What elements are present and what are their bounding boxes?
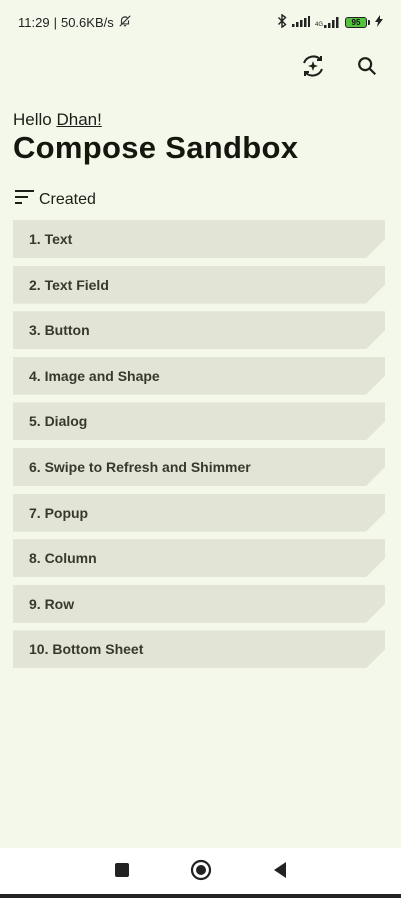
signal-icon [291,15,310,30]
top-actions [299,52,381,80]
back-icon[interactable] [272,861,288,884]
list-item-label: 1. Text [29,231,73,247]
status-speed: 50.6KB/s [60,14,114,30]
list-item-label: 2. Text Field [29,276,109,293]
battery-level: 95 [345,16,367,28]
list-item-label: 4. Image and Shape [29,367,160,384]
list-item-button[interactable]: 3. Button [13,311,385,349]
list-item-label: 8. Column [29,550,97,567]
list-item-text-field[interactable]: 2. Text Field [13,266,385,304]
status-separator: | [53,14,57,30]
list-item-label: 9. Row [29,595,75,612]
list-item-row[interactable]: 9. Row [13,585,385,623]
refresh-sparkle-icon[interactable] [299,52,327,80]
list-item-column[interactable]: 8. Column [13,539,385,577]
bell-off-icon [118,14,132,31]
user-name-link[interactable]: Dhan! [56,110,101,129]
bluetooth-icon [277,12,287,31]
list-item-label: 7. Popup [29,504,89,521]
list-item-label: 6. Swipe to Refresh and Shimmer [29,458,251,475]
home-icon[interactable] [190,859,212,886]
charging-icon [375,14,383,30]
greeting: Hello Dhan! [13,110,102,130]
list-item-label: 10. Bottom Sheet [29,641,144,658]
page-title: Compose Sandbox [13,130,299,165]
bottom-edge [0,894,401,898]
system-nav-bar [0,848,401,896]
sandbox-list: 1. Text 2. Text Field 3. Button 4. Image… [13,220,385,676]
search-icon[interactable] [353,52,381,80]
network-type: 4G [314,21,323,28]
list-item-swipe-refresh-shimmer[interactable]: 6. Swipe to Refresh and Shimmer [13,448,385,486]
recent-apps-icon[interactable] [114,862,130,883]
list-item-popup[interactable]: 7. Popup [13,494,385,532]
sort-icon [15,189,35,210]
greeting-prefix: Hello [13,110,57,129]
list-item-bottom-sheet[interactable]: 10. Bottom Sheet [13,630,385,668]
list-item-text[interactable]: 1. Text [13,220,385,258]
sort-button[interactable]: Created [15,189,96,210]
status-time: 11:29 [18,14,50,30]
status-bar: 11:29 | 50.6KB/s 4G 95 [0,0,401,44]
list-item-image-and-shape[interactable]: 4. Image and Shape [13,357,385,395]
list-item-dialog[interactable]: 5. Dialog [13,402,385,440]
sort-label: Created [39,190,96,208]
status-right: 4G 95 [277,12,383,31]
status-left: 11:29 | 50.6KB/s [18,14,132,31]
list-item-label: 5. Dialog [29,413,88,430]
battery-icon: 95 [345,16,370,28]
signal-4g-icon: 4G [314,16,340,28]
list-item-label: 3. Button [29,322,90,339]
